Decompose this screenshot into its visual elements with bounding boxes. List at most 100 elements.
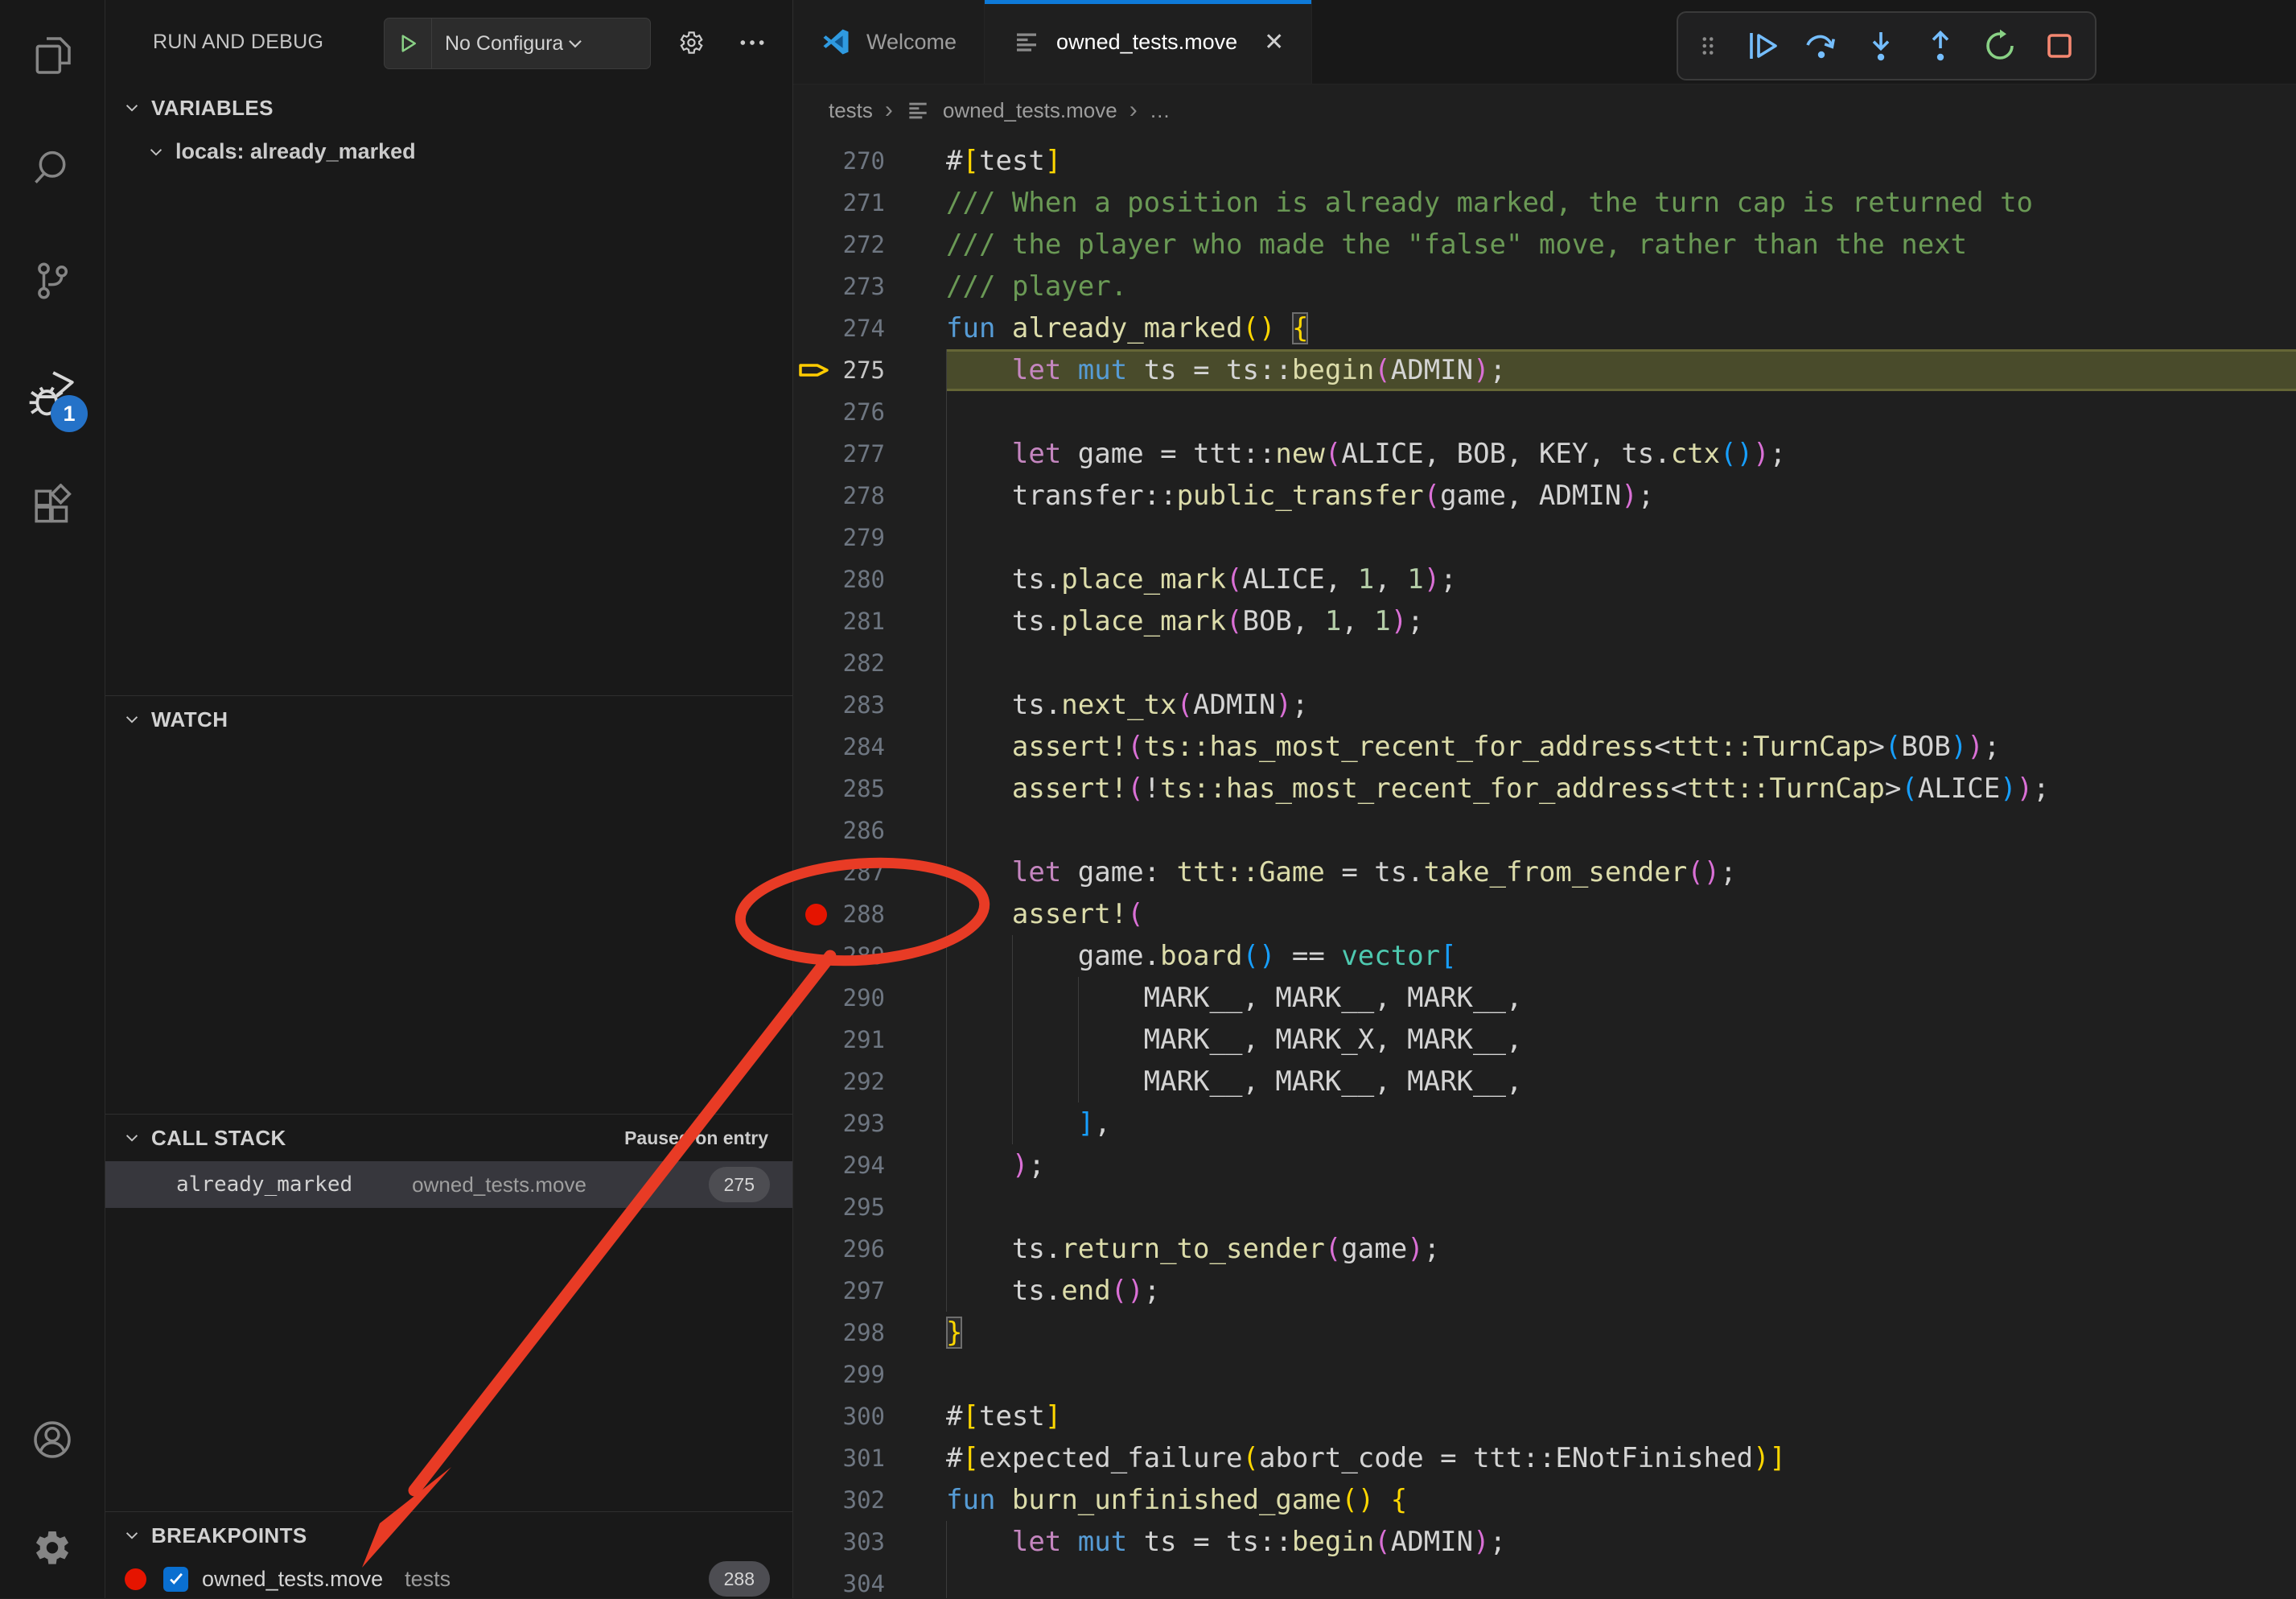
start-debug-button[interactable] bbox=[385, 19, 432, 68]
debug-settings-gear-icon[interactable] bbox=[675, 27, 706, 58]
code-line[interactable]: 275 let mut ts = ts::begin(ADMIN); bbox=[793, 349, 2296, 391]
breakpoint-list-item[interactable]: owned_tests.move tests 288 bbox=[105, 1559, 792, 1599]
code-line[interactable]: 299 bbox=[793, 1354, 2296, 1395]
gutter[interactable]: 273 bbox=[793, 266, 946, 307]
gutter[interactable]: 272 bbox=[793, 224, 946, 266]
code-line[interactable]: 297 ts.end(); bbox=[793, 1270, 2296, 1312]
more-actions-icon[interactable] bbox=[736, 27, 768, 59]
gutter[interactable]: 301 bbox=[793, 1437, 946, 1479]
gutter[interactable]: 302 bbox=[793, 1479, 946, 1521]
code-line[interactable]: 271/// When a position is already marked… bbox=[793, 182, 2296, 224]
code-line[interactable]: 296 ts.return_to_sender(game); bbox=[793, 1228, 2296, 1270]
code-line[interactable]: 303 let mut ts = ts::begin(ADMIN); bbox=[793, 1521, 2296, 1563]
code-content[interactable]: /// the player who made the "false" move… bbox=[946, 224, 2296, 266]
code-line[interactable]: 290 MARK__, MARK__, MARK__, bbox=[793, 977, 2296, 1019]
code-line[interactable]: 302fun burn_unfinished_game() { bbox=[793, 1479, 2296, 1521]
code-content[interactable]: MARK__, MARK__, MARK__, bbox=[946, 977, 2296, 1019]
gutter[interactable]: 299 bbox=[793, 1354, 946, 1395]
code-content[interactable]: let game = ttt::new(ALICE, BOB, KEY, ts.… bbox=[946, 433, 2296, 475]
code-line[interactable]: 274fun already_marked() { bbox=[793, 307, 2296, 349]
code-content[interactable] bbox=[946, 517, 2296, 558]
code-content[interactable]: let mut ts = ts::begin(ADMIN); bbox=[946, 1521, 2296, 1563]
gutter[interactable]: 279 bbox=[793, 517, 946, 558]
code-line[interactable]: 291 MARK__, MARK_X, MARK__, bbox=[793, 1019, 2296, 1061]
gutter[interactable]: 280 bbox=[793, 558, 946, 600]
code-line[interactable]: 286 bbox=[793, 810, 2296, 851]
code-content[interactable]: let mut ts = ts::begin(ADMIN); bbox=[946, 349, 2296, 391]
tab-welcome[interactable]: Welcome bbox=[793, 0, 985, 84]
gutter[interactable]: 293 bbox=[793, 1102, 946, 1144]
code-content[interactable]: assert!(!ts::has_most_recent_for_address… bbox=[946, 768, 2296, 810]
gutter[interactable]: 300 bbox=[793, 1395, 946, 1437]
call-stack-frame-row[interactable]: already_marked owned_tests.move 275 bbox=[105, 1161, 792, 1208]
close-icon[interactable]: ✕ bbox=[1264, 28, 1284, 56]
search-icon[interactable] bbox=[30, 146, 75, 191]
call-stack-section-header[interactable]: CALL STACK Paused on entry bbox=[105, 1115, 792, 1161]
gutter[interactable]: 297 bbox=[793, 1270, 946, 1312]
drag-grip-icon[interactable] bbox=[1694, 27, 1722, 65]
restart-icon[interactable] bbox=[1981, 27, 2019, 65]
code-line[interactable]: 270#[test] bbox=[793, 140, 2296, 182]
gutter[interactable]: 295 bbox=[793, 1186, 946, 1228]
step-out-icon[interactable] bbox=[1921, 27, 1960, 65]
gutter[interactable]: 281 bbox=[793, 600, 946, 642]
code-line[interactable]: 284 assert!(ts::has_most_recent_for_addr… bbox=[793, 726, 2296, 768]
code-content[interactable]: ts.place_mark(ALICE, 1, 1); bbox=[946, 558, 2296, 600]
run-and-debug-icon[interactable]: 1 bbox=[23, 365, 81, 422]
gutter[interactable]: 278 bbox=[793, 475, 946, 517]
code-content[interactable]: } bbox=[946, 1312, 2296, 1354]
code-line[interactable]: 289 game.board() == vector[ bbox=[793, 935, 2296, 977]
stop-icon[interactable] bbox=[2040, 27, 2079, 65]
code-line[interactable]: 278 transfer::public_transfer(game, ADMI… bbox=[793, 475, 2296, 517]
gutter[interactable]: 274 bbox=[793, 307, 946, 349]
gutter[interactable]: 276 bbox=[793, 391, 946, 433]
gutter[interactable]: 282 bbox=[793, 642, 946, 684]
gutter[interactable]: 287 bbox=[793, 851, 946, 893]
code-line[interactable]: 276 bbox=[793, 391, 2296, 433]
code-line[interactable]: 280 ts.place_mark(ALICE, 1, 1); bbox=[793, 558, 2296, 600]
launch-config-dropdown[interactable]: No Configura bbox=[384, 18, 651, 69]
code-content[interactable]: ts.return_to_sender(game); bbox=[946, 1228, 2296, 1270]
code-content[interactable]: ts.place_mark(BOB, 1, 1); bbox=[946, 600, 2296, 642]
code-line[interactable]: 279 bbox=[793, 517, 2296, 558]
code-content[interactable]: fun burn_unfinished_game() { bbox=[946, 1479, 2296, 1521]
code-content[interactable]: MARK__, MARK__, MARK__, bbox=[946, 1061, 2296, 1102]
code-content[interactable] bbox=[946, 1563, 2296, 1598]
gutter[interactable]: 296 bbox=[793, 1228, 946, 1270]
gutter[interactable]: 285 bbox=[793, 768, 946, 810]
code-content[interactable] bbox=[946, 810, 2296, 851]
code-line[interactable]: 283 ts.next_tx(ADMIN); bbox=[793, 684, 2296, 726]
source-control-icon[interactable] bbox=[30, 258, 75, 303]
code-line[interactable]: 285 assert!(!ts::has_most_recent_for_add… bbox=[793, 768, 2296, 810]
gutter[interactable]: 286 bbox=[793, 810, 946, 851]
code-line[interactable]: 295 bbox=[793, 1186, 2296, 1228]
code-line[interactable]: 282 bbox=[793, 642, 2296, 684]
code-line[interactable]: 272/// the player who made the "false" m… bbox=[793, 224, 2296, 266]
continue-icon[interactable] bbox=[1743, 27, 1781, 65]
gutter[interactable]: 294 bbox=[793, 1144, 946, 1186]
variables-section-header[interactable]: VARIABLES bbox=[105, 84, 792, 131]
code-line[interactable]: 293 ], bbox=[793, 1102, 2296, 1144]
code-content[interactable]: ); bbox=[946, 1144, 2296, 1186]
gutter[interactable]: 277 bbox=[793, 433, 946, 475]
breakpoint-checkbox[interactable] bbox=[163, 1567, 188, 1592]
settings-gear-icon[interactable] bbox=[30, 1526, 75, 1571]
code-content[interactable] bbox=[946, 391, 2296, 433]
code-line[interactable]: 288 assert!( bbox=[793, 893, 2296, 935]
watch-section-header[interactable]: WATCH bbox=[105, 696, 792, 743]
breakpoints-section-header[interactable]: BREAKPOINTS bbox=[105, 1512, 792, 1559]
code-line[interactable]: 281 ts.place_mark(BOB, 1, 1); bbox=[793, 600, 2296, 642]
explorer-icon[interactable] bbox=[30, 33, 75, 78]
gutter[interactable]: 298 bbox=[793, 1312, 946, 1354]
code-content[interactable]: MARK__, MARK_X, MARK__, bbox=[946, 1019, 2296, 1061]
code-content[interactable]: game.board() == vector[ bbox=[946, 935, 2296, 977]
breadcrumb-symbol-more[interactable]: … bbox=[1150, 98, 1171, 123]
step-into-icon[interactable] bbox=[1862, 27, 1900, 65]
code-content[interactable] bbox=[946, 1354, 2296, 1395]
code-content[interactable]: ts.end(); bbox=[946, 1270, 2296, 1312]
step-over-icon[interactable] bbox=[1802, 27, 1841, 65]
gutter[interactable]: 271 bbox=[793, 182, 946, 224]
code-content[interactable]: /// When a position is already marked, t… bbox=[946, 182, 2296, 224]
gutter[interactable]: 290 bbox=[793, 977, 946, 1019]
gutter[interactable]: 304 bbox=[793, 1563, 946, 1598]
